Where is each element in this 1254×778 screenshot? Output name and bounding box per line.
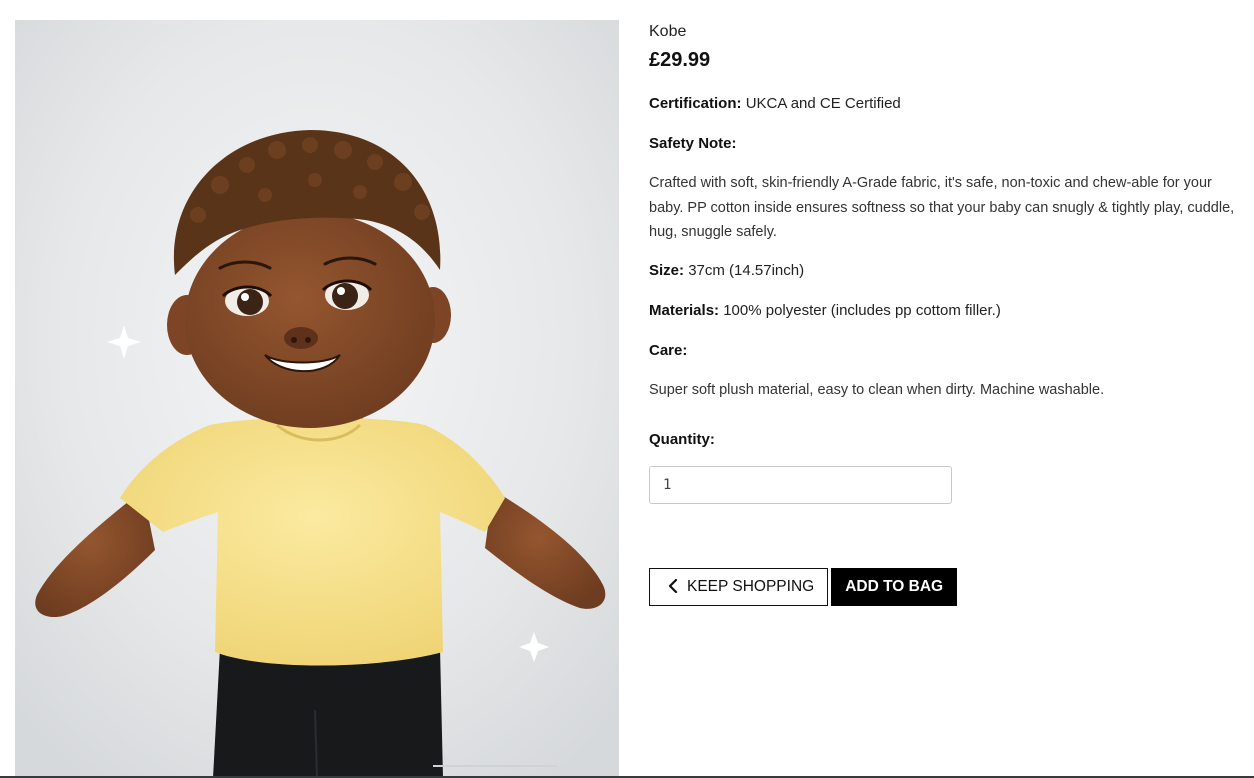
care-line: Care: bbox=[649, 341, 1239, 361]
product-details: Kobe £29.99 Certification: UKCA and CE C… bbox=[649, 22, 1239, 606]
size-line: Size: 37cm (14.57inch) bbox=[649, 261, 1239, 281]
certification-value: UKCA and CE Certified bbox=[745, 95, 901, 112]
action-buttons: KEEP SHOPPING ADD TO BAG bbox=[649, 568, 1239, 606]
safety-note-text: Crafted with soft, skin-friendly A-Grade… bbox=[649, 175, 1235, 240]
materials-label: Materials: bbox=[649, 301, 720, 319]
chevron-left-icon bbox=[668, 578, 678, 596]
doll-illustration bbox=[15, 20, 619, 778]
keep-shopping-label: KEEP SHOPPING bbox=[687, 578, 815, 595]
safety-note-label: Safety Note: bbox=[649, 135, 737, 152]
materials-value: 100% polyester (includes pp cottom fille… bbox=[723, 301, 1001, 319]
product-detail-page: Kobe £29.99 Certification: UKCA and CE C… bbox=[0, 0, 1254, 778]
product-price: £29.99 bbox=[649, 49, 711, 71]
care-label: Care: bbox=[649, 341, 688, 359]
size-value: 37cm (14.57inch) bbox=[688, 261, 805, 279]
product-image bbox=[15, 20, 619, 778]
keep-shopping-button[interactable]: KEEP SHOPPING bbox=[649, 568, 829, 606]
size-label: Size: bbox=[649, 261, 685, 279]
quantity-input[interactable] bbox=[649, 466, 952, 504]
care-text: Super soft plush material, easy to clean… bbox=[649, 381, 1105, 398]
certification-line: Certification: UKCA and CE Certified bbox=[649, 94, 1239, 114]
product-name: Kobe bbox=[649, 23, 687, 40]
add-to-bag-button[interactable]: ADD TO BAG bbox=[831, 568, 958, 606]
materials-line: Materials: 100% polyester (includes pp c… bbox=[649, 301, 1239, 321]
quantity-label: Quantity: bbox=[649, 431, 715, 448]
certification-label: Certification: bbox=[649, 95, 742, 112]
safety-note-line: Safety Note: bbox=[649, 134, 1239, 154]
